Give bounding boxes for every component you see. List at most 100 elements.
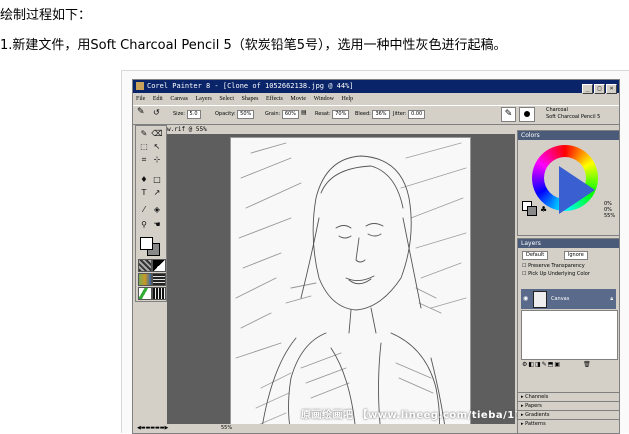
gradients-label: Gradients [525,412,550,418]
channels-section[interactable]: ▸ Channels [518,392,619,400]
resat-field[interactable]: 70% [332,110,350,119]
preserve-transparency-checkbox[interactable]: Preserve Transparency [528,263,585,269]
composite-depth-select[interactable]: Ignore [563,251,588,260]
watermark-text: 原画绘画吧 【www.lineeg.com/tieba/1797】 [301,410,548,421]
title-bar[interactable]: Corel Painter 8 - [Clone of 1052662138.j… [133,80,619,94]
opacity-field[interactable]: 50% [237,110,255,119]
pen-tool-button[interactable]: ♦ [138,174,150,185]
colors-panel: Colors ♣ 0% 0% 55% [517,130,619,236]
layer-commands-icons[interactable]: ⚙◧◨✎⬒▣ 🗑︎ [522,361,592,368]
canvas-layer-name: Canvas [551,296,570,302]
settings-icon[interactable]: ▤ [301,109,307,117]
close-button[interactable]: × [606,84,617,94]
paper-selector-icon[interactable] [138,259,152,272]
layers-panel-header[interactable]: Layers [518,239,619,248]
selector-tool-button[interactable]: ↗ [151,187,163,198]
brush-tool-icon: ✎ [137,107,145,117]
colors-panel-title: Colors [521,132,540,139]
menu-bar: File Edit Canvas Layers Select Shapes Ef… [133,94,619,104]
minimize-button[interactable]: _ [582,84,593,94]
gradients-section[interactable]: ▸ Gradients [518,410,619,418]
menu-edit[interactable]: Edit [153,96,163,102]
papers-label: Papers [525,403,542,409]
lock-icon: 🔒︎ [610,296,613,302]
channels-label: Channels [525,394,549,400]
toolbox: ✎ ⌫ ⬚ ↖ ⌗ ⊹ ♦ □ T ↗ ⁄ ◈ ⚲ ☚ [135,125,167,302]
jitter-field[interactable]: 0.00 [408,110,426,119]
pick-up-color-checkbox[interactable]: Pick Up Underlying Color [528,271,590,277]
menu-layers[interactable]: Layers [196,96,212,102]
document-tab[interactable]: w.rif @ 55% [167,125,515,134]
grain-field[interactable]: 60% [281,110,299,119]
menu-effects[interactable]: Effects [266,96,283,102]
transform-tool-button[interactable]: ⊹ [151,154,163,165]
menu-shapes[interactable]: Shapes [242,96,259,102]
brush-tool-button[interactable]: ✎ [138,128,150,139]
layer-list-empty [521,310,618,360]
look-selector-icon[interactable] [152,287,166,300]
composite-method-select[interactable]: Default [522,251,549,260]
papers-section[interactable]: ▸ Papers [518,401,619,409]
maximize-button[interactable]: □ [594,84,605,94]
jitter-label: Jitter: [393,111,407,117]
window-title: Corel Painter 8 - [Clone of 1052662138.j… [147,82,354,90]
brush-selector[interactable]: ✎ Charcoal Soft Charcoal Pencil 5 [501,106,619,123]
crop-tool-button[interactable]: ⌗ [138,154,150,165]
brush-variant-name[interactable]: Soft Charcoal Pencil 5 [546,114,600,120]
step-intro-text: 绘制过程如下： [0,8,92,23]
dropper-tool-button[interactable]: ⁄ [138,204,150,215]
color-swatches[interactable] [140,237,160,256]
value-value: 55% [604,213,616,219]
size-field[interactable]: 5.0 [186,110,201,119]
menu-select[interactable]: Select [219,96,234,102]
patterns-label: Patterns [525,421,546,427]
charcoal-sketch-image [235,142,467,433]
lasso-tool-button[interactable]: ↖ [151,141,163,152]
clone-color-icon[interactable]: ♣ [540,205,547,214]
rectangle-shape-tool-button[interactable]: □ [151,174,163,185]
saturation-value-triangle[interactable] [559,166,595,214]
grain-label: Grain: [265,111,281,117]
magnifier-tool-button[interactable]: ⚲ [138,219,150,230]
layers-panel: Layers Default Ignore ☐ Preserve Transpa… [517,238,619,433]
menu-window[interactable]: Window [314,96,334,102]
resat-label: Resat: [315,111,331,117]
layers-panel-title: Layers [521,240,541,247]
weaving-selector-icon[interactable] [152,273,166,286]
layer-thumbnail [533,291,547,308]
main-color-swatch[interactable] [140,237,153,250]
colors-panel-header[interactable]: Colors [518,131,619,140]
size-label: Size: [173,111,185,117]
grabber-hand-tool-button[interactable]: ☚ [151,219,163,230]
opacity-label: Opacity: [215,111,236,117]
color-swatches-small[interactable] [522,201,537,216]
bleed-field[interactable]: 36% [372,110,390,119]
step-1-text: 1.新建文件，用Soft Charcoal Pencil 5（软炭铅笔5号），选… [0,38,507,53]
brush-category-icon[interactable]: ✎ [501,107,516,122]
pattern-selector-icon[interactable] [138,273,152,286]
menu-movie[interactable]: Movie [290,96,306,102]
nozzle-selector-icon[interactable] [138,287,152,300]
stroke-type-icon[interactable]: ↺ [153,109,160,117]
eye-icon[interactable]: ◉ [523,289,528,309]
rect-select-tool-button[interactable]: ⬚ [138,141,150,152]
patterns-section[interactable]: ▸ Patterns [518,419,619,427]
app-icon [136,82,144,90]
eraser-tool-button[interactable]: ⌫ [151,128,163,139]
brush-category-name[interactable]: Charcoal [546,107,568,113]
menu-help[interactable]: Help [342,96,354,102]
bleed-label: Bleed: [355,111,371,117]
menu-file[interactable]: File [136,96,145,102]
delete-layer-icon[interactable]: 🗑︎ [583,361,592,368]
menu-canvas[interactable]: Canvas [170,96,188,102]
canvas-layer-row[interactable]: ◉ Canvas 🔒︎ [521,289,616,309]
paint-bucket-tool-button[interactable]: ◈ [151,204,163,215]
document-tab-title: w.rif @ 55% [167,126,207,133]
drawing-canvas[interactable] [230,137,471,433]
gradient-selector-icon[interactable] [152,259,166,272]
brush-variant-dab-icon[interactable] [519,107,535,122]
color-wheel[interactable] [532,145,598,214]
painter-app-window: Corel Painter 8 - [Clone of 1052662138.j… [132,79,620,434]
text-tool-button[interactable]: T [138,187,150,198]
color-values: 0% 0% 55% [604,201,615,219]
